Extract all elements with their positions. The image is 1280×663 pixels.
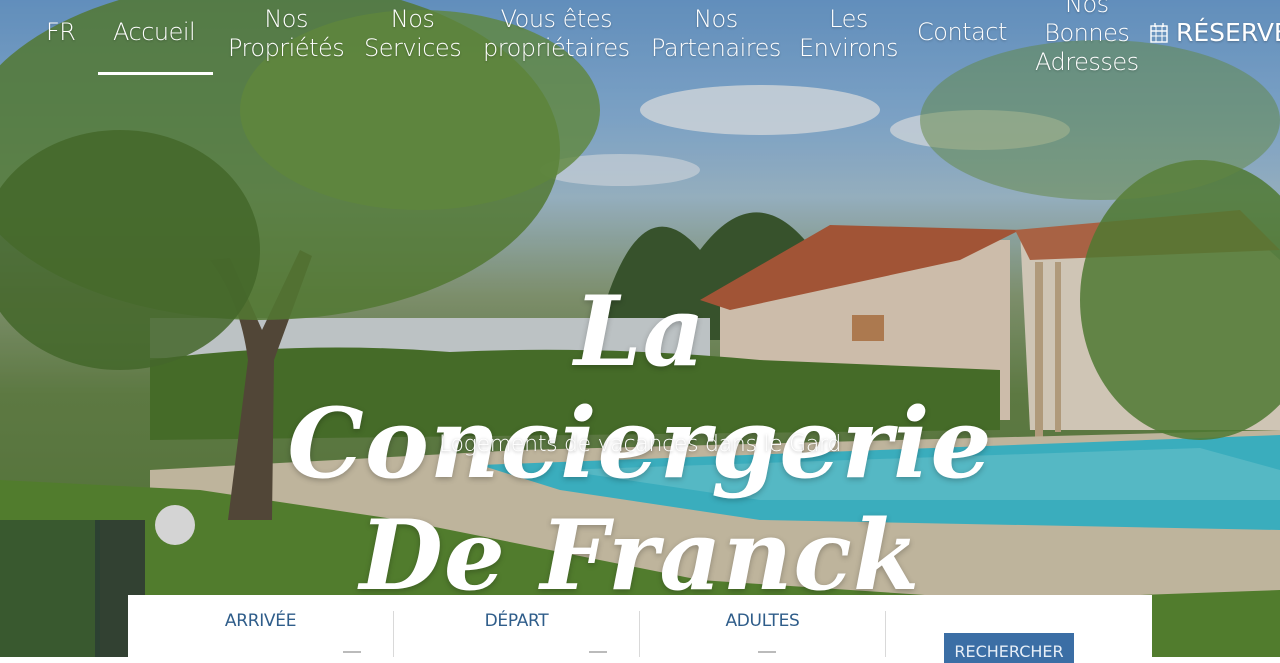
language-selector[interactable]: FR [46,18,76,47]
arrival-calendar-icon [343,651,361,657]
nav-item-contact[interactable]: Contact [917,18,1007,47]
nav-item-proprietes[interactable]: Nos Propriétés [228,5,345,63]
main-navigation: FR Accueil Nos Propriétés Nos Services V… [0,0,1280,80]
nav-item-label: Nos [264,5,308,33]
nav-item-label: Les [829,5,868,33]
departure-label: DÉPART [484,611,549,631]
reserve-button[interactable]: RÉSERVER [1150,18,1280,47]
adults-field[interactable]: ADULTES [640,611,886,657]
nav-item-label: Nos [390,5,435,33]
nav-item-label: Vous êtes [500,5,613,33]
language-label: FR [46,18,76,46]
nav-item-label: propriétaires [483,34,630,62]
nav-item-bonnes-adresses[interactable]: Nos Bonnes Adresses [1035,0,1139,77]
adults-value [758,651,776,657]
nav-item-label: Partenaires [651,34,781,62]
departure-calendar-icon [589,651,607,657]
nav-item-accueil[interactable]: Accueil [113,18,196,47]
nav-item-label: Bonnes [1044,19,1130,47]
nav-item-label: Accueil [113,18,196,46]
nav-item-proprietaires[interactable]: Vous êtes propriétaires [483,5,630,63]
nav-item-environs[interactable]: Les Environs [799,5,898,63]
nav-item-label: Environs [799,34,898,62]
adults-label: ADULTES [725,611,800,631]
nav-item-label: Contact [917,18,1007,46]
departure-field[interactable]: DÉPART [394,611,640,657]
nav-item-label: Adresses [1035,48,1139,76]
search-button[interactable]: RECHERCHER [944,633,1074,663]
arrival-field[interactable]: ARRIVÉE [128,611,394,657]
nav-item-services[interactable]: Nos Services [364,5,462,63]
nav-item-partenaires[interactable]: Nos Partenaires [651,5,781,63]
nav-item-label: Nos [694,5,738,33]
hero-subtitle: Logements de vacances dans le Gard [438,432,842,457]
booking-search-bar: ARRIVÉE DÉPART ADULTES RECHERCHER [128,595,1152,663]
reserve-label: RÉSERVER [1176,18,1280,47]
active-nav-indicator [98,72,213,75]
nav-item-label: Services [364,34,462,62]
calendar-icon [1150,23,1168,43]
nav-item-label: Nos [1064,0,1109,18]
arrival-label: ARRIVÉE [224,611,297,631]
nav-item-label: Propriétés [228,34,345,62]
